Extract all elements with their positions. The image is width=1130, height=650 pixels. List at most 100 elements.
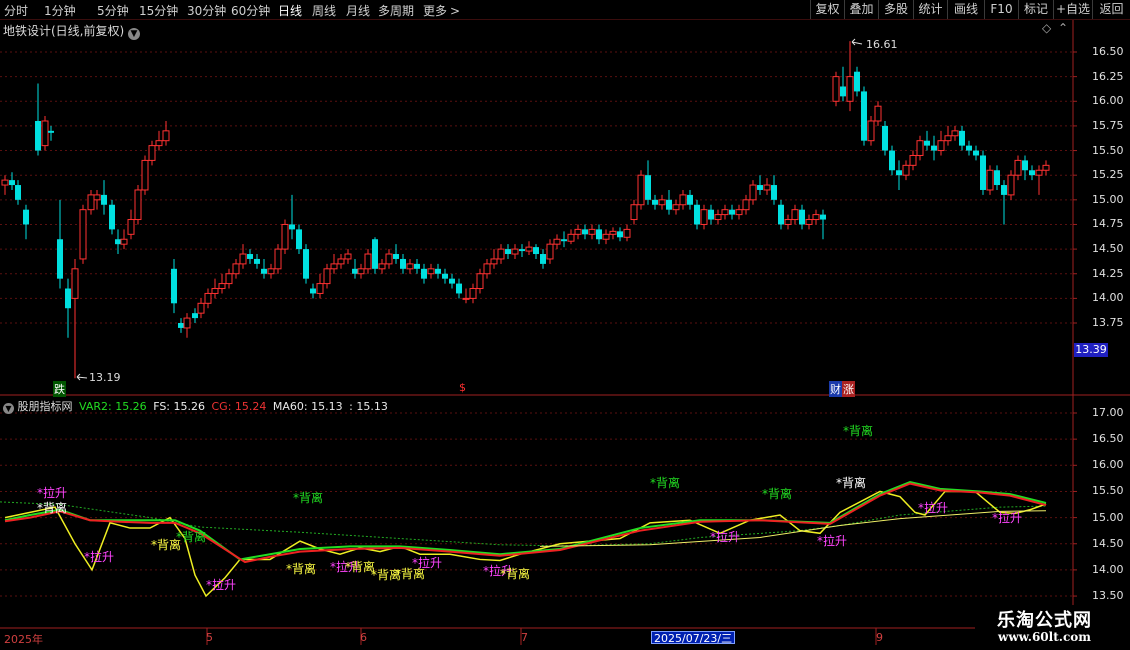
price-tick: 16.25 bbox=[1092, 69, 1124, 83]
candle bbox=[1, 175, 9, 195]
candle bbox=[567, 229, 575, 245]
candle bbox=[281, 219, 289, 255]
signal-lasheng-label: *拉升 bbox=[710, 530, 741, 544]
price-tick: 15.50 bbox=[1092, 143, 1124, 157]
candle bbox=[546, 239, 554, 264]
candle bbox=[1035, 165, 1043, 195]
caret-up-icon[interactable]: ⌃ bbox=[1058, 21, 1068, 35]
candle bbox=[637, 170, 645, 210]
candle bbox=[735, 204, 743, 220]
signal-lasheng-label: *拉升 bbox=[992, 511, 1023, 525]
candle bbox=[799, 204, 805, 230]
candle bbox=[303, 244, 309, 284]
candle bbox=[109, 199, 115, 235]
candle bbox=[729, 204, 735, 220]
candle bbox=[197, 298, 205, 319]
candle bbox=[406, 258, 414, 274]
candle bbox=[393, 244, 399, 264]
candle bbox=[672, 199, 680, 215]
indicator-tick: 14.50 bbox=[1092, 536, 1124, 550]
signal-lasheng-label: *拉升 bbox=[206, 578, 237, 592]
candle bbox=[630, 199, 638, 225]
candle bbox=[141, 155, 149, 195]
dropdown-icon[interactable]: ▼ bbox=[128, 28, 141, 40]
event-zhang-label[interactable]: 涨 bbox=[842, 381, 855, 397]
candle bbox=[497, 244, 505, 264]
current-price-badge: 13.39 bbox=[1074, 343, 1108, 357]
x-label-5: 5 bbox=[206, 631, 213, 644]
candle bbox=[658, 194, 666, 210]
candle bbox=[666, 189, 672, 215]
candle bbox=[609, 227, 617, 240]
candle bbox=[71, 258, 79, 379]
candle bbox=[679, 189, 687, 210]
candle bbox=[378, 258, 386, 274]
candle bbox=[1022, 155, 1028, 181]
candle bbox=[1029, 165, 1035, 181]
candle bbox=[986, 165, 994, 195]
diamond-icon[interactable]: ◇ bbox=[1042, 21, 1051, 35]
candle bbox=[763, 178, 771, 195]
candle bbox=[79, 204, 87, 264]
candle bbox=[966, 140, 972, 156]
candle bbox=[183, 313, 191, 338]
price-tick: 14.50 bbox=[1092, 242, 1124, 256]
x-label-6: 6 bbox=[360, 631, 367, 644]
candle bbox=[721, 204, 729, 220]
candle bbox=[687, 189, 693, 210]
indicator-header: ▼ 股朋指标网 VAR2: 15.26 FS: 15.26 CG: 15.24 … bbox=[3, 398, 388, 414]
signal-beili-label: *背离 bbox=[286, 562, 317, 576]
candle bbox=[757, 175, 763, 195]
candle bbox=[937, 130, 945, 156]
signal-beili-label: *背离 bbox=[293, 491, 324, 505]
candle bbox=[645, 160, 651, 205]
candle bbox=[931, 135, 937, 161]
candle bbox=[867, 116, 875, 146]
event-die-label[interactable]: 跌 bbox=[53, 381, 66, 397]
indicator-cg: CG: 15.24 bbox=[211, 400, 267, 413]
event-dollar-label[interactable]: $ bbox=[459, 381, 466, 394]
x-label-7: 7 bbox=[521, 631, 528, 644]
signal-beili-label: *背离 bbox=[37, 501, 68, 515]
candle bbox=[742, 194, 750, 215]
candle bbox=[178, 318, 184, 333]
candle bbox=[561, 231, 567, 248]
price-tick: 16.00 bbox=[1092, 94, 1124, 108]
indicator-ma60: MA60: 15.13 bbox=[272, 400, 343, 413]
gear-icon[interactable]: ▼ bbox=[3, 403, 14, 414]
event-cai-label[interactable]: 财 bbox=[829, 381, 842, 397]
candle bbox=[23, 204, 29, 240]
indicator-fs: FS: 15.26 bbox=[153, 400, 205, 413]
candle bbox=[533, 244, 539, 259]
candle bbox=[944, 125, 952, 146]
candle bbox=[916, 135, 924, 161]
candle bbox=[1001, 180, 1007, 225]
candle bbox=[694, 199, 700, 230]
indicator-tick: 15.50 bbox=[1092, 484, 1124, 498]
indicator-tick: 13.50 bbox=[1092, 589, 1124, 603]
candle bbox=[540, 249, 546, 269]
candle bbox=[476, 268, 484, 294]
candle bbox=[127, 209, 135, 240]
candle bbox=[874, 101, 882, 126]
candle bbox=[115, 229, 121, 255]
ma-line bbox=[539, 510, 1047, 547]
candle bbox=[344, 249, 352, 264]
candle bbox=[267, 263, 275, 279]
indicator-name[interactable]: 股朋指标网 bbox=[18, 400, 73, 413]
candle bbox=[442, 268, 448, 284]
low-arrow-icon bbox=[76, 373, 88, 381]
x-label-9: 9 bbox=[876, 631, 883, 644]
candle bbox=[352, 258, 358, 279]
indicator-extra: : 15.13 bbox=[349, 400, 388, 413]
candle bbox=[832, 71, 840, 107]
candle bbox=[588, 224, 596, 240]
candle bbox=[204, 288, 212, 309]
watermark-title: 乐淘公式网 bbox=[997, 610, 1092, 631]
candle bbox=[274, 244, 282, 274]
candle bbox=[596, 224, 602, 245]
candle bbox=[225, 268, 233, 289]
price-tick: 15.25 bbox=[1092, 168, 1124, 182]
candle bbox=[924, 130, 930, 151]
indicator-tick: 16.00 bbox=[1092, 458, 1124, 472]
